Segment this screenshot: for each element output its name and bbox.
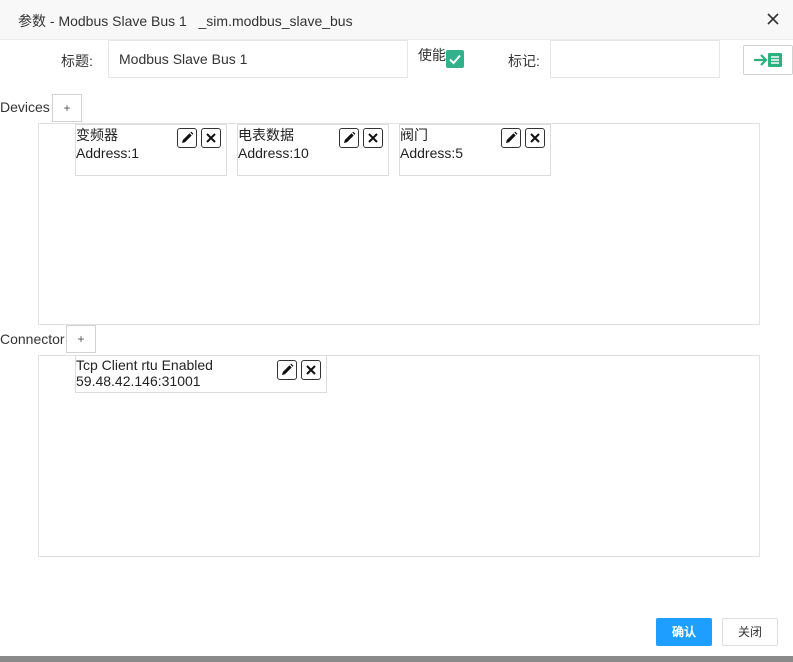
- enable-checkbox[interactable]: [446, 50, 464, 68]
- pencil-icon: [282, 363, 294, 375]
- add-connector-button[interactable]: +: [66, 325, 96, 353]
- tag-input[interactable]: [550, 40, 720, 78]
- device-address: Address:10: [238, 145, 309, 161]
- close-icon[interactable]: [762, 8, 784, 30]
- connector-label: Connector: [0, 331, 65, 347]
- delete-icon: [368, 133, 378, 143]
- title-input[interactable]: [108, 40, 408, 78]
- device-name: 变频器: [76, 127, 118, 143]
- dialog-title: 参数 - Modbus Slave Bus 1 _sim.modbus_slav…: [18, 13, 353, 29]
- delete-device-button[interactable]: [201, 128, 221, 148]
- devices-label: Devices: [0, 99, 50, 115]
- edit-connector-button[interactable]: [277, 360, 297, 380]
- pencil-icon: [182, 131, 194, 143]
- delete-icon: [306, 365, 316, 375]
- delete-icon: [530, 133, 540, 143]
- bottom-divider: [0, 656, 793, 662]
- edit-device-button[interactable]: [339, 128, 359, 148]
- device-address: Address:1: [76, 145, 140, 161]
- pencil-icon: [344, 131, 356, 143]
- device-name: 电表数据: [238, 127, 294, 143]
- delete-device-button[interactable]: [525, 128, 545, 148]
- delete-icon: [206, 133, 216, 143]
- enable-label: 使能: [418, 47, 446, 63]
- add-device-button[interactable]: +: [52, 94, 82, 122]
- tag-label: 标记:: [508, 53, 540, 69]
- connector-address: 59.48.42.146:31001: [76, 373, 201, 389]
- title-label: 标题:: [61, 53, 93, 69]
- delete-connector-button[interactable]: [301, 360, 321, 380]
- delete-device-button[interactable]: [363, 128, 383, 148]
- edit-device-button[interactable]: [501, 128, 521, 148]
- close-button[interactable]: 关闭: [722, 618, 778, 646]
- check-icon: [449, 54, 461, 65]
- device-address: Address:5: [400, 145, 464, 161]
- export-icon: [754, 53, 782, 67]
- export-button[interactable]: [743, 45, 793, 75]
- pencil-icon: [506, 131, 518, 143]
- confirm-button[interactable]: 确认: [656, 618, 712, 646]
- connector-name: Tcp Client rtu Enabled: [76, 357, 213, 373]
- edit-device-button[interactable]: [177, 128, 197, 148]
- device-name: 阀门: [400, 127, 428, 143]
